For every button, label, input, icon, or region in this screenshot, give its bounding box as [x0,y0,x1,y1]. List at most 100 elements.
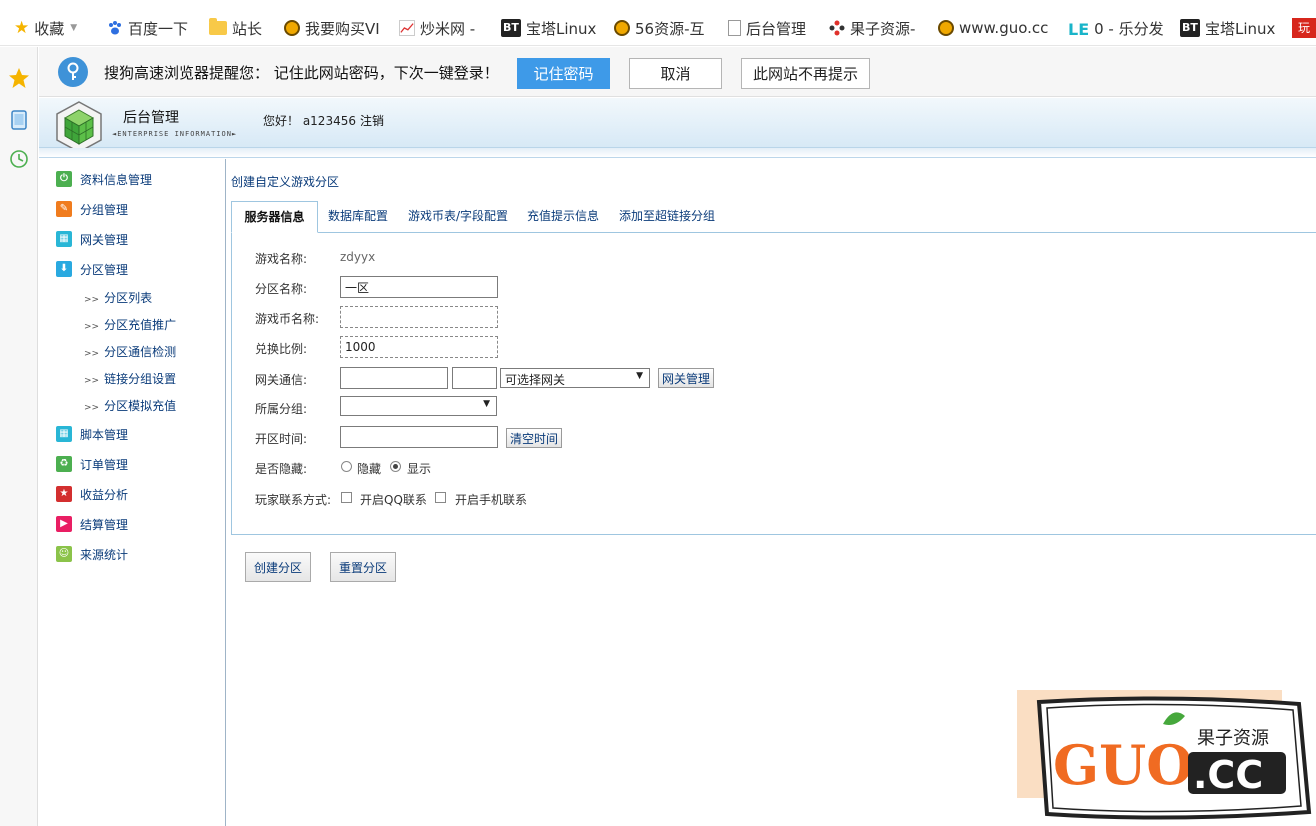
svg-text:GUO: GUO [1053,733,1193,797]
open-time-input[interactable] [340,426,498,448]
document-icon [728,20,741,36]
show-radio[interactable] [390,461,401,472]
double-arrow-icon: >> [84,403,100,413]
dropdown-arrow-icon: ▼ [636,371,643,381]
currency-name-input[interactable] [340,306,498,328]
show-option-label: 显示 [407,462,432,476]
exchange-ratio-input[interactable] [340,336,498,358]
svg-text:.CC: .CC [1193,753,1263,797]
star-icon: ★ [14,18,30,38]
double-arrow-icon: >> [84,322,100,332]
bookmark-baidu[interactable]: 百度一下 [107,16,188,40]
bt-icon: BT [501,19,521,37]
server-info-panel: 游戏名称: zdyyx 分区名称: 游戏币名称: 兑换比例: 网关通信: 可选择… [231,233,1316,535]
favorites-star-icon[interactable] [8,67,30,89]
recycle-icon: ♻ [56,456,72,472]
reset-zone-button[interactable]: 重置分区 [330,552,396,582]
sidebar-item-groups[interactable]: ✎ 分组管理 [56,199,128,219]
power-icon: ⏻ [56,171,72,187]
clear-time-button[interactable]: 清空时间 [506,428,563,448]
bookmark-favorites[interactable]: ★ 收藏 ▼ [14,16,77,40]
gateway-host-input[interactable] [340,367,448,389]
open-time-label: 开区时间: [255,432,308,446]
gateway-manage-button[interactable]: 网关管理 [658,368,715,388]
cancel-button[interactable]: 取消 [629,58,722,89]
user-greeting: 您好！ a123456 [263,114,356,128]
password-save-bar: 搜狗高速浏览器提醒您： 记住此网站密码，下次一键登录！ 记住密码 取消 此网站不… [39,47,1316,97]
chevron-down-icon: ▼ [70,23,78,33]
bookmark-baota-1[interactable]: BT 宝塔Linux [501,16,596,40]
hidden-label: 是否隐藏: [255,462,308,476]
sidebar-item-info[interactable]: ⏻ 资料信息管理 [56,169,152,189]
sidebar-item-orders[interactable]: ♻ 订单管理 [56,454,128,474]
smiley-icon [614,20,630,36]
bookmark-lefenfa[interactable]: LE 0 - 乐分发 [1068,16,1164,40]
sidebar-item-sources[interactable]: ☺ 来源统计 [56,544,128,564]
play-icon: ▶ [56,516,72,532]
chart-icon [399,20,415,36]
browser-side-rail [0,47,38,826]
group-label: 所属分组: [255,402,308,416]
sidebar-sub-zone-list[interactable]: >> 分区列表 [84,289,152,307]
bookmark-baota-2[interactable]: BT 宝塔Linux [1180,16,1275,40]
game-name-value: zdyyx [340,250,376,264]
le-icon: LE [1068,20,1090,39]
bookmark-zhanzhang[interactable]: 站长 [209,16,262,40]
bookmark-admin[interactable]: 后台管理 [728,16,806,40]
sidebar-sub-link-groups[interactable]: >> 链接分组设置 [84,370,176,388]
tab-currency-table[interactable]: 游戏币表/字段配置 [408,201,508,233]
tab-recharge-tips[interactable]: 充值提示信息 [527,201,599,233]
bookmark-guozi[interactable]: 果子资源- [829,16,915,40]
paw-icon [109,21,121,35]
app-header: 后台管理 ◄ENTERPRISE INFORMATION► 您好！ a12345… [39,98,1316,153]
never-prompt-button[interactable]: 此网站不再提示 [741,58,870,89]
app-title: 后台管理 [123,110,179,126]
double-arrow-icon: >> [84,295,100,305]
key-icon [58,57,88,87]
tab-database[interactable]: 数据库配置 [328,201,388,233]
sidebar-sub-zone-promo[interactable]: >> 分区充值推广 [84,316,176,334]
zone-name-input[interactable] [340,276,498,298]
tablet-icon[interactable] [8,109,30,131]
app-subtitle: ◄ENTERPRISE INFORMATION► [112,130,238,138]
bookmark-red[interactable]: 玩 [1292,16,1316,40]
create-zone-button[interactable]: 创建分区 [245,552,311,582]
phone-contact-checkbox[interactable] [435,492,446,503]
zone-name-label: 分区名称: [255,282,308,296]
bookmark-56ziyuan[interactable]: 56资源-互 [614,16,705,40]
grid-icon: ▦ [56,426,72,442]
bookmark-chaomi[interactable]: 炒米网 - [399,16,475,40]
phone-contact-label: 开启手机联系 [455,493,528,507]
gateway-port-input[interactable] [452,367,497,389]
diamond-icon [829,20,845,36]
qq-contact-checkbox[interactable] [341,492,352,503]
sidebar-sub-zone-sim[interactable]: >> 分区模拟充值 [84,397,176,415]
tab-server-info[interactable]: 服务器信息 [231,201,318,233]
history-clock-icon[interactable] [8,148,30,170]
gateway-select[interactable]: 可选择网关 ▼ [500,368,650,388]
guozi-watermark-logo: GUO .CC 果子资源 [1017,690,1312,820]
breadcrumb: 创建自定义游戏分区 [231,175,340,189]
hide-radio[interactable] [341,461,352,472]
currency-name-label: 游戏币名称: [255,312,320,326]
sidebar-item-revenue[interactable]: ★ 收益分析 [56,484,128,504]
sidebar: ⏻ 资料信息管理 ✎ 分组管理 ▦ 网关管理 ⬇ 分区管理 >> 分区列表 >> 分… [39,159,226,826]
logout-link[interactable]: 注销 [360,112,384,129]
remember-password-button[interactable]: 记住密码 [517,58,610,89]
bookmarks-bar: ★ 收藏 ▼ 百度一下 站长 我要购买VI 炒米网 - BT 宝塔Linux 5… [0,0,1316,46]
sidebar-item-zones[interactable]: ⬇ 分区管理 [56,259,128,279]
header-stripe [39,148,1316,158]
tab-bar: 服务器信息 数据库配置 游戏币表/字段配置 充值提示信息 添加至超链接分组 [231,201,1316,233]
sidebar-sub-zone-check[interactable]: >> 分区通信检测 [84,343,176,361]
sidebar-item-scripts[interactable]: ▦ 脚本管理 [56,424,128,444]
tab-link-group[interactable]: 添加至超链接分组 [619,201,715,233]
sidebar-item-gateway[interactable]: ▦ 网关管理 [56,229,128,249]
sidebar-item-settlement[interactable]: ▶ 结算管理 [56,514,128,534]
group-select[interactable]: ▼ [340,396,497,416]
double-arrow-icon: >> [84,376,100,386]
gateway-label: 网关通信: [255,373,308,387]
pencil-icon: ✎ [56,201,72,217]
folder-icon [209,18,227,35]
bookmark-guo-cc[interactable]: www.guo.cc [938,16,1048,40]
bookmark-buy-vi[interactable]: 我要购买VI [284,16,380,40]
